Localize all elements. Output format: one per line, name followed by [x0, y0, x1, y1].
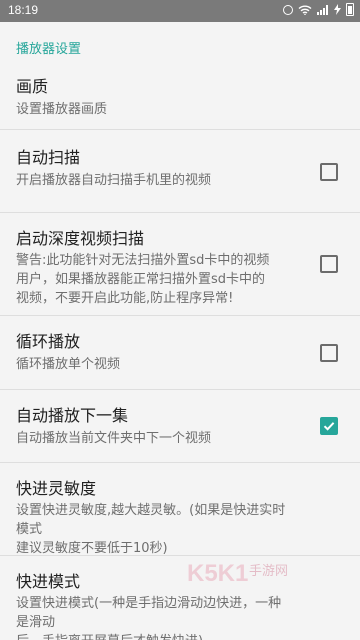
pref-summary-line: 用户，如果播放器能正常扫描外置sd卡中的	[16, 272, 266, 287]
pref-summary-line: 警告:此功能针对无法扫描外置sd卡中的视频	[16, 253, 270, 268]
section-header: 播放器设置	[16, 42, 82, 57]
wifi-icon	[298, 5, 312, 15]
pref-summary-line: 设置快进灵敏度,越大越灵敏。(如果是快进实时模式	[16, 503, 286, 537]
loop-play-checkbox[interactable]	[320, 344, 338, 362]
pref-summary-line: 视频，不要开启此功能,防止程序异常!	[16, 291, 234, 306]
charging-icon	[334, 4, 341, 15]
auto-scan-checkbox[interactable]	[320, 163, 338, 181]
status-bar: 18:19	[0, 0, 360, 22]
settings-list: 播放器设置 画质 设置播放器画质 自动扫描 开启播放器自动扫描手机里的视频 启动…	[0, 22, 360, 640]
pref-autoplay-next[interactable]: 自动播放下一集 自动播放当前文件夹中下一个视频	[0, 390, 360, 463]
pref-title: 自动扫描	[16, 148, 81, 167]
signal-icon	[317, 4, 328, 15]
pref-summary: 设置播放器画质	[16, 102, 108, 117]
pref-title: 快进灵敏度	[16, 479, 97, 498]
autoplay-next-checkbox[interactable]	[320, 417, 338, 435]
svg-text:手游网: 手游网	[249, 564, 288, 579]
pref-title: 自动播放下一集	[16, 406, 129, 425]
pref-summary: 开启播放器自动扫描手机里的视频	[16, 173, 212, 188]
pref-title: 启动深度视频扫描	[16, 229, 145, 248]
pref-summary: 循环播放单个视频	[16, 357, 121, 372]
pref-seek-sensitivity[interactable]: 快进灵敏度 设置快进灵敏度,越大越灵敏。(如果是快进实时模式 建议灵敏度不要低于…	[0, 463, 360, 556]
pref-seek-mode[interactable]: 快进模式 设置快进模式(一种是手指边滑动边快进，一种是滑动 后，手指离开屏幕后才…	[0, 556, 360, 640]
deep-scan-checkbox[interactable]	[320, 255, 338, 273]
pref-summary: 自动播放当前文件夹中下一个视频	[16, 431, 212, 446]
pref-title: 循环播放	[16, 332, 81, 351]
status-icons	[283, 3, 354, 16]
pref-auto-scan[interactable]: 自动扫描 开启播放器自动扫描手机里的视频	[0, 130, 360, 213]
pref-summary-line: 后，手指离开屏幕后才触发快进)	[16, 632, 294, 640]
pref-deep-scan[interactable]: 启动深度视频扫描 警告:此功能针对无法扫描外置sd卡中的视频 用户，如果播放器能…	[0, 213, 360, 316]
svg-text:K5K1: K5K1	[187, 560, 248, 587]
status-time: 18:19	[8, 3, 39, 17]
alarm-icon	[283, 4, 293, 15]
watermark-logo: K5K1 手游网	[187, 560, 288, 587]
pref-loop-play[interactable]: 循环播放 循环播放单个视频	[0, 316, 360, 390]
battery-icon	[346, 3, 354, 16]
check-icon	[323, 422, 335, 431]
pref-summary-line: 设置快进模式(一种是手指边滑动边快进，一种是滑动	[16, 596, 282, 630]
pref-title: 画质	[16, 77, 49, 96]
pref-quality[interactable]: 画质 设置播放器画质	[0, 68, 360, 130]
